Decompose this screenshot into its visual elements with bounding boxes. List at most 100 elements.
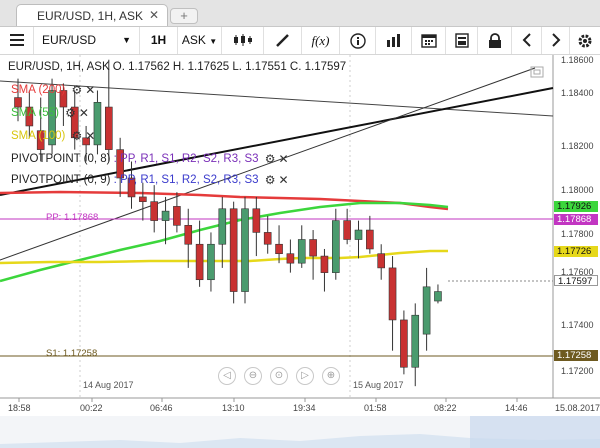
- close-icon[interactable]: ✕: [85, 129, 95, 143]
- time-tick: 13:10: [222, 403, 245, 413]
- candle-body[interactable]: [229, 208, 238, 292]
- candle-body[interactable]: [207, 243, 215, 281]
- lock-button[interactable]: [478, 27, 512, 54]
- legend-sma100[interactable]: SMA (100) ⚙ ✕: [11, 129, 95, 143]
- legend-pivot1[interactable]: PIVOTPOINT (0, 8) : PP, R1, S1, R2, S2, …: [11, 152, 289, 166]
- volume-button[interactable]: [376, 27, 412, 54]
- legend-sma200[interactable]: SMA (200) ⚙ ✕: [11, 83, 95, 97]
- candle-body[interactable]: [411, 314, 420, 368]
- candle-body[interactable]: [400, 319, 408, 368]
- candle-body[interactable]: [105, 106, 113, 150]
- side-selector[interactable]: ASK ▼: [178, 27, 222, 54]
- chart-area[interactable]: EUR/USD, 1H, ASK O. 1.17562 H. 1.17625 L…: [0, 55, 600, 448]
- price-tick: 1.18600: [561, 55, 594, 65]
- time-tick: 08:22: [434, 403, 457, 413]
- sma200-line[interactable]: [0, 190, 449, 211]
- nav-right-button[interactable]: ▷: [296, 367, 314, 385]
- navigator-window[interactable]: [470, 416, 600, 448]
- time-tick: 19:34: [293, 403, 316, 413]
- template-icon: [454, 33, 469, 48]
- timeframe-selector[interactable]: 1H: [140, 27, 178, 54]
- candle-body[interactable]: [184, 225, 193, 245]
- candle-body[interactable]: [309, 239, 317, 257]
- s1-price-box: 1.17258: [554, 350, 598, 361]
- candle-body[interactable]: [377, 253, 386, 269]
- candle-body[interactable]: [263, 232, 272, 245]
- gear-icon[interactable]: ⚙: [72, 129, 83, 143]
- candle-body[interactable]: [331, 220, 340, 273]
- sma55-price-box: 1.17926: [554, 201, 598, 212]
- price-tick: 1.18200: [561, 141, 594, 151]
- drawing-tool-button[interactable]: [264, 27, 302, 54]
- gear-icon[interactable]: ⚙: [265, 173, 276, 187]
- chevron-down-icon: ▼: [122, 35, 131, 45]
- tab-eurusd[interactable]: EUR/USD, 1H, ASK ✕: [16, 4, 168, 26]
- candle-body[interactable]: [354, 229, 363, 240]
- gear-icon[interactable]: ⚙: [72, 83, 83, 97]
- price-tick: 1.18400: [561, 88, 594, 98]
- scroll-left-button[interactable]: [512, 27, 542, 54]
- bar-chart-icon: [386, 34, 400, 47]
- legend-sma55[interactable]: SMA (55) ⚙ ✕: [11, 106, 89, 120]
- candle-body[interactable]: [252, 208, 261, 233]
- pp-price-box: 1.17868: [554, 214, 598, 225]
- candle-body[interactable]: [275, 243, 283, 255]
- navigator-strip[interactable]: [0, 416, 600, 448]
- candle-body[interactable]: [195, 243, 204, 281]
- pivot1-series: : PP, R1, S1, R2, S2, R3, S3: [110, 153, 259, 165]
- legend-pivot2[interactable]: PIVOTPOINT (0, 9) : PP, R1, S1, R2, S2, …: [11, 173, 289, 187]
- close-icon[interactable]: ✕: [79, 106, 89, 120]
- chart-type-button[interactable]: [222, 27, 264, 54]
- zoom-reset-button[interactable]: ⊙: [270, 367, 288, 385]
- gear-icon[interactable]: ⚙: [65, 106, 76, 120]
- menu-button[interactable]: [0, 27, 34, 54]
- candle-body[interactable]: [366, 229, 374, 250]
- tab-close-icon[interactable]: ✕: [149, 8, 159, 22]
- new-tab-button[interactable]: +: [170, 8, 198, 24]
- settings-button[interactable]: [570, 27, 600, 54]
- chevron-left-icon: [522, 33, 531, 47]
- info-button[interactable]: [340, 27, 376, 54]
- sma100-price-box: 1.17726: [554, 246, 598, 257]
- candle-body[interactable]: [218, 208, 227, 245]
- candle-body[interactable]: [388, 267, 397, 321]
- nav-left-button[interactable]: ◁: [218, 367, 236, 385]
- candle-body[interactable]: [161, 210, 170, 221]
- close-icon[interactable]: ✕: [279, 152, 289, 166]
- candle-body[interactable]: [320, 255, 329, 273]
- price-tick: 1.17200: [561, 366, 594, 376]
- zoom-out-button[interactable]: ⊖: [244, 367, 262, 385]
- sma55-label: SMA (55): [11, 107, 59, 119]
- candle-body[interactable]: [422, 286, 431, 335]
- indicators-button[interactable]: f(x): [302, 27, 340, 54]
- candle-body[interactable]: [150, 201, 158, 221]
- template-button[interactable]: [446, 27, 478, 54]
- candle-body[interactable]: [286, 253, 295, 264]
- close-icon[interactable]: ✕: [279, 173, 289, 187]
- ohlc-header: EUR/USD, 1H, ASK O. 1.17562 H. 1.17625 L…: [8, 61, 347, 73]
- side-label: ASK: [181, 33, 206, 47]
- candle-body[interactable]: [343, 220, 351, 240]
- candle-body[interactable]: [139, 196, 147, 202]
- candle-body[interactable]: [434, 291, 442, 302]
- candle-body[interactable]: [297, 239, 306, 264]
- symbol-selector[interactable]: EUR/USD ▼: [34, 27, 140, 54]
- zoom-in-button[interactable]: ⊕: [322, 367, 340, 385]
- time-tick: 15.08.2017: [555, 403, 600, 413]
- scroll-right-button[interactable]: [542, 27, 570, 54]
- last-price-box: 1.17597: [554, 275, 598, 287]
- gear-icon[interactable]: ⚙: [265, 152, 276, 166]
- time-tick: 00:22: [80, 403, 103, 413]
- s1-label: S1: 1.17258: [46, 348, 98, 359]
- gear-icon: [578, 34, 592, 48]
- toolbar: EUR/USD ▼ 1H ASK ▼ f(x): [0, 27, 600, 55]
- candle-body[interactable]: [173, 206, 181, 226]
- calendar-button[interactable]: [412, 27, 446, 54]
- time-tick: 14:46: [505, 403, 528, 413]
- close-icon[interactable]: ✕: [85, 83, 95, 97]
- pivot2-series: : PP, R1, S1, R2, S2, R3, S3: [110, 174, 259, 186]
- time-tick: 01:58: [364, 403, 387, 413]
- symbol-label: EUR/USD: [42, 33, 97, 47]
- candle-body[interactable]: [241, 208, 249, 292]
- price-tick: 1.18000: [561, 185, 594, 195]
